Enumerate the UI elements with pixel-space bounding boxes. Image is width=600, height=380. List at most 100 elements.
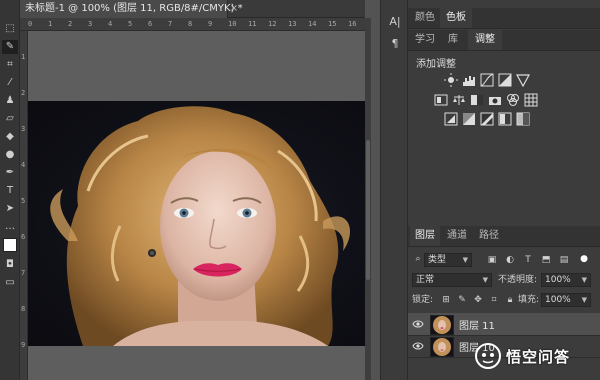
layer-name[interactable]: 图层 11 xyxy=(459,317,495,332)
search-icon: ⌕ xyxy=(415,254,421,264)
opacity-value: 100% xyxy=(545,275,571,285)
blend-mode-value: 正常 xyxy=(416,275,435,285)
gradient-map-icon[interactable] xyxy=(498,112,512,126)
opacity-label: 不透明度: xyxy=(498,275,538,285)
tab-swatches[interactable]: 色板 xyxy=(440,8,472,28)
lock-transparent-icon[interactable]: ⊞ xyxy=(440,294,452,306)
smart-object-filter-icon[interactable]: ▤ xyxy=(558,254,570,266)
type-tool-icon[interactable]: T xyxy=(2,184,18,198)
dodge-tool-icon[interactable]: ● xyxy=(2,148,18,162)
ruler-tick-label: 8 xyxy=(188,20,193,28)
chevron-down-icon: ▼ xyxy=(482,276,488,284)
lock-position-icon[interactable]: ✥ xyxy=(472,294,484,306)
ruler-tick-label: 9 xyxy=(21,341,26,349)
scrollbar-thumb[interactable] xyxy=(366,140,370,280)
chevron-down-icon: ▼ xyxy=(581,296,587,304)
threshold-icon[interactable] xyxy=(480,112,494,126)
chevron-down-icon: ▼ xyxy=(581,276,587,284)
pixel-filter-icon[interactable]: ▣ xyxy=(486,254,498,266)
paragraph-panel-icon[interactable]: ¶ xyxy=(386,36,404,52)
lock-row: 锁定: ⊞ ✎ ✥ ⌗ 🔒︎ 填充: 100% ▼ xyxy=(408,292,600,308)
blend-mode-select[interactable]: 正常 ▼ xyxy=(412,273,492,287)
layer-filter-select[interactable]: 类型 ▼ xyxy=(424,253,472,267)
shape-filter-icon[interactable]: ⬒ xyxy=(540,254,552,266)
document-tab[interactable]: 未标题-1 @ 100% (图层 11, RGB/8#/CMYK) * xyxy=(20,0,243,18)
layer-row[interactable]: 图层 11 xyxy=(408,313,600,336)
tab-paths[interactable]: 路径 xyxy=(474,226,504,246)
paint-bucket-tool-icon[interactable]: ◆ xyxy=(2,130,18,144)
collapsed-panels-column: A| ¶ xyxy=(380,0,408,380)
blend-row: 正常 ▼ 不透明度: 100% ▼ xyxy=(408,272,600,288)
lock-artboard-icon[interactable]: ⌗ xyxy=(488,294,500,306)
invert-icon[interactable] xyxy=(444,112,458,126)
layers-panel-tabs: 图层 通道 路径 xyxy=(408,226,600,247)
marquee-tool-icon[interactable]: ⬚ xyxy=(2,22,18,36)
horizontal-ruler: 0 1 2 3 4 5 6 7 8 9 10 11 12 13 14 15 16 xyxy=(20,18,365,31)
exposure-icon[interactable] xyxy=(498,73,512,87)
black-white-icon[interactable] xyxy=(470,93,484,107)
ruler-tick-label: 15 xyxy=(328,20,337,28)
fill-value: 100% xyxy=(545,295,571,305)
lock-label: 锁定: xyxy=(412,295,434,305)
posterize-icon[interactable] xyxy=(462,112,476,126)
tab-adjustments[interactable]: 调整 xyxy=(468,30,502,50)
character-panel-icon[interactable]: A| xyxy=(386,14,404,30)
photo-layer[interactable] xyxy=(28,101,365,346)
swatches-panel-tabs: 颜色 色板 xyxy=(408,8,600,29)
close-tab-icon[interactable]: × xyxy=(228,0,240,18)
channel-mixer-icon[interactable] xyxy=(506,93,520,107)
visibility-eye-icon[interactable] xyxy=(412,318,424,330)
more-tools-icon[interactable]: … xyxy=(2,220,18,234)
vibrance-icon[interactable] xyxy=(434,93,448,107)
foreground-color-swatch[interactable] xyxy=(3,238,17,252)
triangle-icon[interactable] xyxy=(516,73,530,87)
tools-panel: ⬚ ✎ ⌗ ⁄ ♟ ▱ ◆ ● ✒ T ➤ … ◘ ▭ xyxy=(0,0,20,380)
levels-icon[interactable] xyxy=(462,73,476,87)
fill-label: 填充: xyxy=(518,295,540,305)
layer-filter-value: 类型 xyxy=(428,255,447,265)
ruler-tick-label: 1 xyxy=(21,53,26,61)
adjustment-filter-icon[interactable]: ◐ xyxy=(504,254,516,266)
tab-libraries[interactable]: 库 xyxy=(440,30,466,50)
tab-color[interactable]: 颜色 xyxy=(410,8,440,28)
crop-tool-icon[interactable]: ⌗ xyxy=(2,58,18,72)
tab-learn[interactable]: 学习 xyxy=(410,30,440,50)
layer-filter-row: ⌕ 类型 ▼ ▣ ◐ T ⬒ ▤ ● xyxy=(408,252,600,268)
eraser-tool-icon[interactable]: ▱ xyxy=(2,112,18,126)
lock-image-icon[interactable]: ✎ xyxy=(456,294,468,306)
filter-toggle-icon[interactable]: ● xyxy=(578,253,590,265)
quick-mask-icon[interactable]: ◘ xyxy=(2,258,18,272)
tab-channels[interactable]: 通道 xyxy=(442,226,472,246)
type-filter-icon[interactable]: T xyxy=(522,254,534,266)
tab-layers[interactable]: 图层 xyxy=(410,226,440,246)
ruler-tick-label: 1 xyxy=(48,20,53,28)
layer-thumbnail xyxy=(430,337,454,357)
curves-icon[interactable] xyxy=(480,73,494,87)
fill-input[interactable]: 100% ▼ xyxy=(541,293,591,307)
ruler-tick-label: 0 xyxy=(28,20,33,28)
path-select-tool-icon[interactable]: ➤ xyxy=(2,202,18,216)
watermark: 悟空问答 xyxy=(474,342,598,370)
brush-tool-icon[interactable]: ✎ xyxy=(2,40,18,54)
visibility-eye-icon[interactable] xyxy=(412,340,424,352)
ruler-tick-label: 14 xyxy=(308,20,317,28)
selective-color-icon[interactable] xyxy=(516,112,530,126)
ruler-tick-label: 3 xyxy=(88,20,93,28)
color-lookup-icon[interactable] xyxy=(524,93,538,107)
add-adjustment-label: 添加调整 xyxy=(416,59,456,70)
eyedropper-tool-icon[interactable]: ⁄ xyxy=(2,76,18,90)
adjustments-panel-tabs: 学习 库 调整 xyxy=(408,30,600,51)
screen-mode-icon[interactable]: ▭ xyxy=(2,276,18,290)
ruler-tick-label: 12 xyxy=(268,20,277,28)
canvas-area[interactable] xyxy=(28,31,365,380)
watermark-text: 悟空问答 xyxy=(506,348,571,366)
camera-icon[interactable] xyxy=(488,93,502,107)
balance-icon[interactable] xyxy=(452,93,466,107)
chevron-down-icon: ▼ xyxy=(462,256,468,264)
brightness-contrast-icon[interactable] xyxy=(444,73,458,87)
opacity-input[interactable]: 100% ▼ xyxy=(541,273,591,287)
pen-tool-icon[interactable]: ✒ xyxy=(2,166,18,180)
lock-all-icon[interactable]: 🔒︎ xyxy=(504,294,516,306)
stamp-tool-icon[interactable]: ♟ xyxy=(2,94,18,108)
ruler-tick-label: 4 xyxy=(21,161,26,169)
